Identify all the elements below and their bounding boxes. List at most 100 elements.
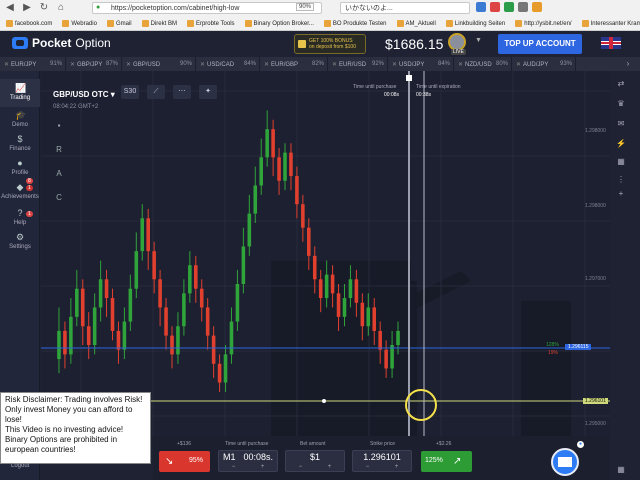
put-button[interactable]: ↘ 95% <box>159 451 210 472</box>
asset-selector[interactable]: GBP/USD OTC ▾ <box>53 90 115 99</box>
asset-tab[interactable]: ✕ NZD/USD 80% <box>454 57 512 71</box>
bookmark-item[interactable]: facebook.com <box>2 20 56 27</box>
fullscreen-icon[interactable]: ▦ <box>615 464 627 476</box>
chart-type-icon[interactable]: ⟋ <box>147 85 165 99</box>
bookmark-item[interactable]: BO Produkte Testen <box>320 20 391 27</box>
sidebar-item-help[interactable]: ? Help <box>0 206 40 230</box>
zoom-level[interactable]: 90% <box>296 3 315 11</box>
asset-tab-payout: 84% <box>243 61 256 67</box>
close-icon[interactable]: ✕ <box>516 62 521 68</box>
bookmark-item[interactable]: Gmail <box>103 20 136 27</box>
close-icon[interactable]: ✕ <box>126 62 131 68</box>
drawings-icon[interactable]: ✦ <box>199 85 217 99</box>
asset-tab[interactable]: ✕ AUD/JPY 93% <box>512 57 576 71</box>
tool-a[interactable]: A <box>50 166 68 182</box>
candle-body <box>57 330 61 360</box>
reload-icon[interactable]: ↻ <box>37 1 51 15</box>
signals-icon[interactable]: ⚡ <box>615 138 627 150</box>
bonus-banner[interactable]: GET 100% BONUS on deposit from $100 <box>294 34 366 54</box>
bookmark-item[interactable]: Direkt BM <box>138 20 181 27</box>
bookmark-item[interactable]: AM_Aktuell <box>393 20 440 27</box>
close-icon[interactable]: ✕ <box>392 62 397 68</box>
close-icon[interactable]: ✕ <box>458 62 463 68</box>
search-input[interactable]: いかないのよ... <box>340 2 470 14</box>
bookmark-item[interactable]: Binary Option Broker... <box>241 20 318 27</box>
candle-body <box>134 251 139 289</box>
sidebar-item-settings[interactable]: ⚙ Settings <box>0 230 40 254</box>
call-button[interactable]: 125% ↗ <box>421 451 472 472</box>
home-icon[interactable]: ⌂ <box>54 1 68 15</box>
url-field[interactable]: https://pocketoption.com/cabinet/high-lo… <box>92 2 322 14</box>
extension-icon[interactable] <box>504 2 514 12</box>
asset-tab[interactable]: ✕ EUR/USD 92% <box>328 57 388 71</box>
candle-body <box>396 330 400 345</box>
time-mode[interactable]: M1 <box>223 451 236 464</box>
strike-minus[interactable]: − <box>366 464 370 471</box>
bookmark-label: BO Produkte Testen <box>332 20 387 27</box>
tabs-scroll-icon[interactable]: › <box>616 57 640 71</box>
bookmark-item[interactable]: Interessanter Krams <box>578 20 640 27</box>
layout-icon[interactable]: ▦ <box>615 156 627 168</box>
tool-c[interactable]: C <box>50 190 68 206</box>
trades-icon[interactable]: ⇄ <box>615 78 627 90</box>
zoom-in-icon[interactable]: + <box>615 188 627 200</box>
sidebar-item-finance[interactable]: $ Finance <box>0 132 40 156</box>
purchase-marker <box>406 75 412 81</box>
price-chart[interactable] <box>41 71 610 436</box>
chart-area[interactable] <box>41 71 610 436</box>
asset-tab[interactable]: ✕ EUR/GBP 82% <box>260 57 328 71</box>
extension-icon[interactable] <box>532 2 542 12</box>
bookmark-icon <box>62 20 70 27</box>
strike-field[interactable]: 1.296101 − + <box>352 450 412 472</box>
trophy-icon[interactable]: ♛ <box>615 98 627 110</box>
extension-icon[interactable] <box>490 2 500 12</box>
sidebar-item-achievements[interactable]: ◆ Achievements <box>0 180 40 204</box>
sidebar-item-trading[interactable]: 📈 Trading <box>0 79 40 107</box>
bet-plus[interactable]: + <box>328 464 332 471</box>
account-balance[interactable]: $1686.15 <box>385 36 443 52</box>
time-plus[interactable]: + <box>261 464 265 471</box>
logo[interactable]: Pocket Option <box>12 36 111 50</box>
close-icon[interactable]: ✕ <box>332 62 337 68</box>
close-icon[interactable]: ✕ <box>70 62 75 68</box>
indicators-icon[interactable]: ⋯ <box>173 85 191 99</box>
asset-tab[interactable]: ✕ GBP/USD 90% <box>122 57 196 71</box>
chat-icon[interactable]: ✉ <box>615 118 627 130</box>
forward-icon[interactable]: ▶ <box>20 1 34 15</box>
time-field[interactable]: M1 00:08s. − + <box>218 450 278 472</box>
logout-link[interactable]: Logout <box>11 463 29 469</box>
bookmarks-bar: facebook.com Webradio Gmail Direkt BM Erprob… <box>0 16 640 31</box>
candle-body <box>342 298 347 317</box>
bet-minus[interactable]: − <box>299 464 303 471</box>
extension-icon[interactable] <box>476 2 486 12</box>
extension-icon[interactable] <box>518 2 528 12</box>
asset-tab[interactable]: ✕ USD/JPY 84% <box>388 57 454 71</box>
close-icon[interactable]: ✕ <box>200 62 205 68</box>
asset-tab[interactable]: ✕ EUR/JPY 91% <box>0 57 66 71</box>
briefcase-icon[interactable]: ▪ <box>50 118 68 134</box>
chevron-down-icon[interactable]: ▼ <box>475 37 482 44</box>
y-axis-label: 1.298000 <box>585 128 606 134</box>
top-up-button[interactable]: TOP UP ACCOUNT <box>498 34 582 54</box>
candle-body <box>146 218 150 252</box>
asset-tab-payout: 87% <box>105 61 118 67</box>
bookmark-item[interactable]: Erprobte Tools <box>183 20 239 27</box>
tool-r[interactable]: R <box>50 142 68 158</box>
asset-tab[interactable]: ✕ USD/CAD 84% <box>196 57 260 71</box>
close-icon[interactable]: ✕ <box>4 62 9 68</box>
close-icon[interactable]: ✕ <box>264 62 269 68</box>
bookmark-item[interactable]: Webradio <box>58 20 101 27</box>
back-icon[interactable]: ◀ <box>3 1 17 15</box>
bookmark-label: facebook.com <box>15 20 53 27</box>
more-icon[interactable]: ⋮ <box>615 174 627 186</box>
asset-tab[interactable]: ✕ GBP/JPY 87% <box>66 57 122 71</box>
bookmark-item[interactable]: http://ysbit.net/en/ <box>511 20 575 27</box>
time-minus[interactable]: − <box>232 464 236 471</box>
candle-body <box>378 330 382 350</box>
sidebar-item-demo[interactable]: 🎓 Demo <box>0 108 40 132</box>
sidebar-item-profile[interactable]: ● Profile <box>0 156 40 180</box>
bookmark-item[interactable]: Linkbuilding Seiten <box>442 20 509 27</box>
strike-plus[interactable]: + <box>395 464 399 471</box>
timeframe-button[interactable]: S30 <box>121 85 139 99</box>
bet-field[interactable]: $1 − + <box>285 450 345 472</box>
